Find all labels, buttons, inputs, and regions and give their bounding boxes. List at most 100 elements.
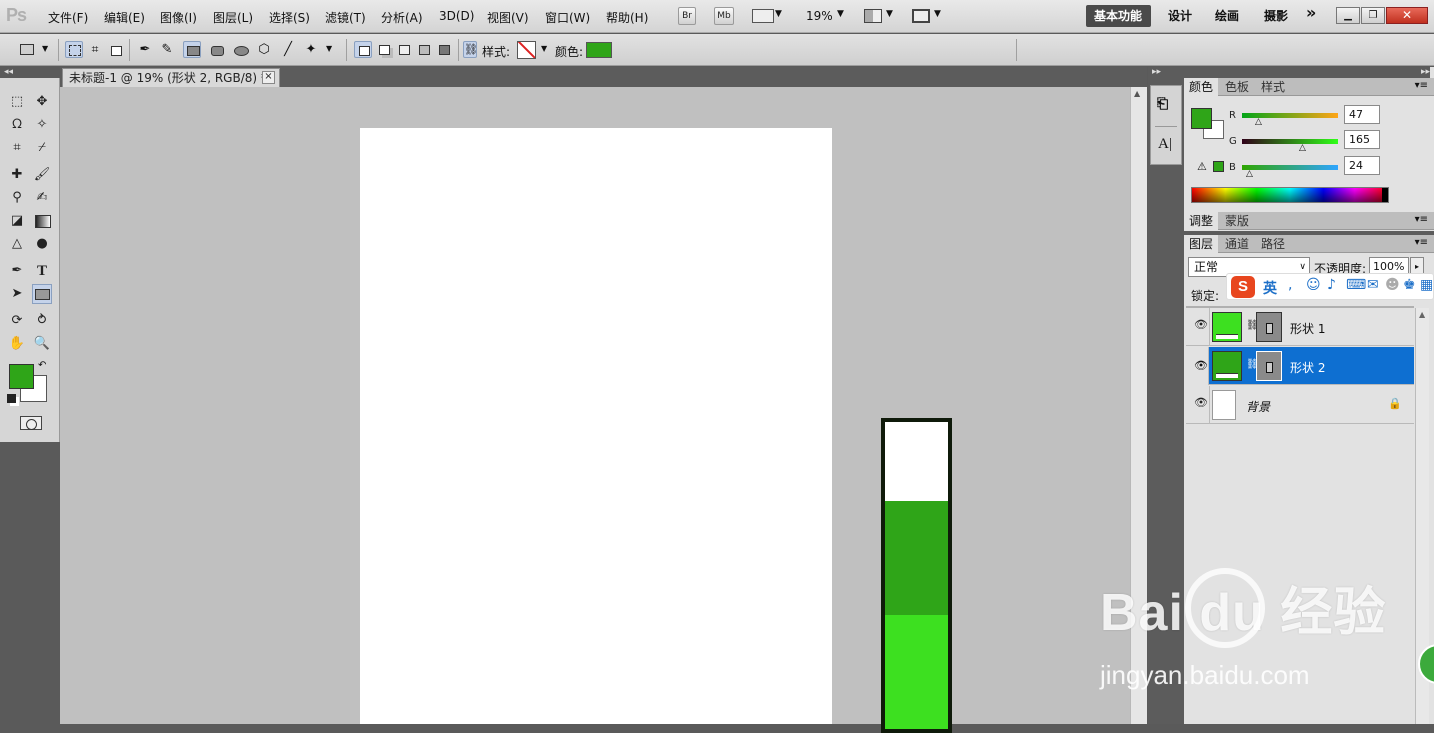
style-swatch[interactable] xyxy=(517,41,536,59)
path-selection-icon[interactable]: ➤ xyxy=(7,284,27,304)
pen-tool-icon[interactable]: ✒ xyxy=(7,261,27,281)
menu-edit[interactable]: 编辑(E) xyxy=(104,9,145,26)
3d-orbit-icon[interactable]: ⥁ xyxy=(32,311,52,331)
foreground-color-swatch[interactable] xyxy=(9,364,34,389)
fill-pixels-mode-button[interactable] xyxy=(106,41,124,58)
scroll-up-icon[interactable]: ▲ xyxy=(1419,310,1425,319)
tab-masks[interactable]: 蒙版 xyxy=(1220,212,1254,230)
rectangle-tool-icon[interactable] xyxy=(32,284,52,304)
collapse-icon[interactable]: ◂◂ xyxy=(4,67,13,77)
meter-shape[interactable] xyxy=(881,418,952,733)
menu-help[interactable]: 帮助(H) xyxy=(606,9,648,26)
gradient-tool-icon[interactable] xyxy=(32,211,52,231)
close-tab-button[interactable]: × xyxy=(262,71,275,84)
line-tool-icon[interactable]: ╱ xyxy=(279,41,297,58)
layer-row-shape-1[interactable]: 👁 ⛓ 形状 1 xyxy=(1186,308,1414,346)
lasso-tool-icon[interactable]: ᘯ xyxy=(7,115,27,135)
shape-layers-mode-button[interactable] xyxy=(65,41,83,58)
screen-mode-icon[interactable] xyxy=(912,9,930,23)
scroll-up-icon[interactable]: ▲ xyxy=(1134,89,1140,98)
tab-swatches[interactable]: 色板 xyxy=(1220,78,1254,96)
pen-tool-icon[interactable]: ✒ xyxy=(136,41,154,58)
workspace-painting[interactable]: 绘画 xyxy=(1215,7,1239,24)
g-value-field[interactable]: 165 xyxy=(1344,130,1380,149)
document-tab[interactable]: 未标题-1 @ 19% (形状 2, RGB/8) * × xyxy=(62,68,280,87)
skin-icon[interactable]: ♚ xyxy=(1403,277,1416,293)
close-window-button[interactable]: ✕ xyxy=(1386,7,1428,24)
character-panel-icon[interactable]: A| xyxy=(1158,136,1172,153)
rectangle-tool-icon[interactable] xyxy=(183,41,201,58)
visibility-eye-icon[interactable]: 👁 xyxy=(1194,319,1208,330)
shape-2-fill[interactable] xyxy=(885,501,948,615)
ellipse-tool-icon[interactable] xyxy=(231,41,249,58)
history-brush-icon[interactable]: ✍ xyxy=(32,188,52,208)
3d-rotate-icon[interactable]: ⟳ xyxy=(7,311,27,331)
workspace-essentials[interactable]: 基本功能 xyxy=(1094,7,1142,24)
bridge-button[interactable]: Br xyxy=(678,7,696,25)
toolbox-icon[interactable]: ✉ xyxy=(1367,277,1379,293)
r-value-field[interactable]: 47 xyxy=(1344,105,1380,124)
minimize-button[interactable]: ▁ xyxy=(1336,7,1360,24)
menu-layer[interactable]: 图层(L) xyxy=(213,9,253,26)
g-slider[interactable] xyxy=(1242,139,1338,144)
exclude-shape-button[interactable] xyxy=(435,41,453,58)
marquee-tool-icon[interactable]: ⬚ xyxy=(7,92,27,112)
default-colors-icon[interactable] xyxy=(7,394,16,403)
menu-window[interactable]: 窗口(W) xyxy=(545,9,590,26)
tab-layers[interactable]: 图层 xyxy=(1184,235,1219,253)
intersect-shape-button[interactable] xyxy=(415,41,433,58)
view-extras-icon[interactable] xyxy=(752,9,774,23)
ime-language-button[interactable]: 英 xyxy=(1263,278,1277,298)
chevron-down-icon[interactable]: ▼ xyxy=(541,44,547,53)
history-panel-icon[interactable]: ⎗ xyxy=(1157,96,1168,112)
eyedropper-tool-icon[interactable]: ⌿ xyxy=(32,138,52,158)
layer-name[interactable]: 形状 1 xyxy=(1290,320,1325,337)
dodge-tool-icon[interactable]: ● xyxy=(32,234,52,254)
quick-selection-icon[interactable]: ✧ xyxy=(32,115,52,135)
punctuation-icon[interactable]: , xyxy=(1288,277,1292,293)
move-tool-icon[interactable]: ✥ xyxy=(32,92,52,112)
menu-filter[interactable]: 滤镜(T) xyxy=(325,9,366,26)
hand-tool-icon[interactable]: ✋ xyxy=(7,334,27,354)
healing-brush-icon[interactable]: ✚ xyxy=(7,165,27,185)
layer-name[interactable]: 形状 2 xyxy=(1290,359,1325,376)
expand-icon[interactable]: ▸▸ xyxy=(1152,67,1161,77)
zoom-tool-icon[interactable]: 🔍 xyxy=(32,334,52,354)
blur-tool-icon[interactable]: △ xyxy=(7,234,27,254)
user-icon[interactable]: ☻ xyxy=(1385,277,1400,293)
tab-color[interactable]: 颜色 xyxy=(1184,78,1219,96)
workspace-photography[interactable]: 摄影 xyxy=(1264,7,1288,24)
chevron-down-icon[interactable]: ▼ xyxy=(42,44,48,53)
quick-mask-button[interactable] xyxy=(20,416,42,430)
tab-channels[interactable]: 通道 xyxy=(1220,235,1254,253)
vector-mask-thumbnail[interactable] xyxy=(1256,351,1282,381)
zoom-level[interactable]: 19% xyxy=(806,9,833,23)
collapse-panels-icon[interactable]: ▸▸ xyxy=(1180,67,1430,78)
menu-file[interactable]: 文件(F) xyxy=(48,9,88,26)
layer-thumbnail[interactable] xyxy=(1212,390,1236,420)
subtract-shape-button[interactable] xyxy=(395,41,413,58)
gamut-warning-icon[interactable]: ⚠ xyxy=(1197,160,1207,173)
g-slider-handle[interactable]: △ xyxy=(1299,143,1306,153)
layer-row-background[interactable]: 👁 背景 🔒 xyxy=(1186,386,1414,424)
layer-row-shape-2[interactable]: ⛓ 形状 2 xyxy=(1186,347,1414,385)
restore-button[interactable]: ❐ xyxy=(1361,7,1385,24)
b-value-field[interactable]: 24 xyxy=(1344,156,1380,175)
chevron-down-icon[interactable]: ▼ xyxy=(326,44,332,53)
menu-image[interactable]: 图像(I) xyxy=(160,9,197,26)
type-tool-icon[interactable]: T xyxy=(32,261,52,281)
color-spectrum-bar[interactable] xyxy=(1191,187,1389,203)
chevron-down-icon[interactable]: ▼ xyxy=(775,9,782,19)
tool-preset-icon[interactable] xyxy=(20,44,34,55)
mini-bridge-button[interactable]: Mb xyxy=(714,7,734,25)
keyboard-icon[interactable]: ⌨ xyxy=(1346,277,1366,293)
clone-stamp-icon[interactable]: ⚲ xyxy=(7,188,27,208)
workspace-design[interactable]: 设计 xyxy=(1168,7,1192,24)
tab-adjustments[interactable]: 调整 xyxy=(1184,212,1219,230)
custom-shape-tool-icon[interactable]: ✦ xyxy=(302,41,320,58)
new-shape-layer-button[interactable] xyxy=(354,41,372,58)
eraser-tool-icon[interactable]: ◪ xyxy=(7,211,27,231)
panel-menu-icon[interactable]: ▾≡ xyxy=(1415,237,1428,248)
menu-analysis[interactable]: 分析(A) xyxy=(381,9,423,26)
arrange-documents-icon[interactable] xyxy=(864,9,882,23)
